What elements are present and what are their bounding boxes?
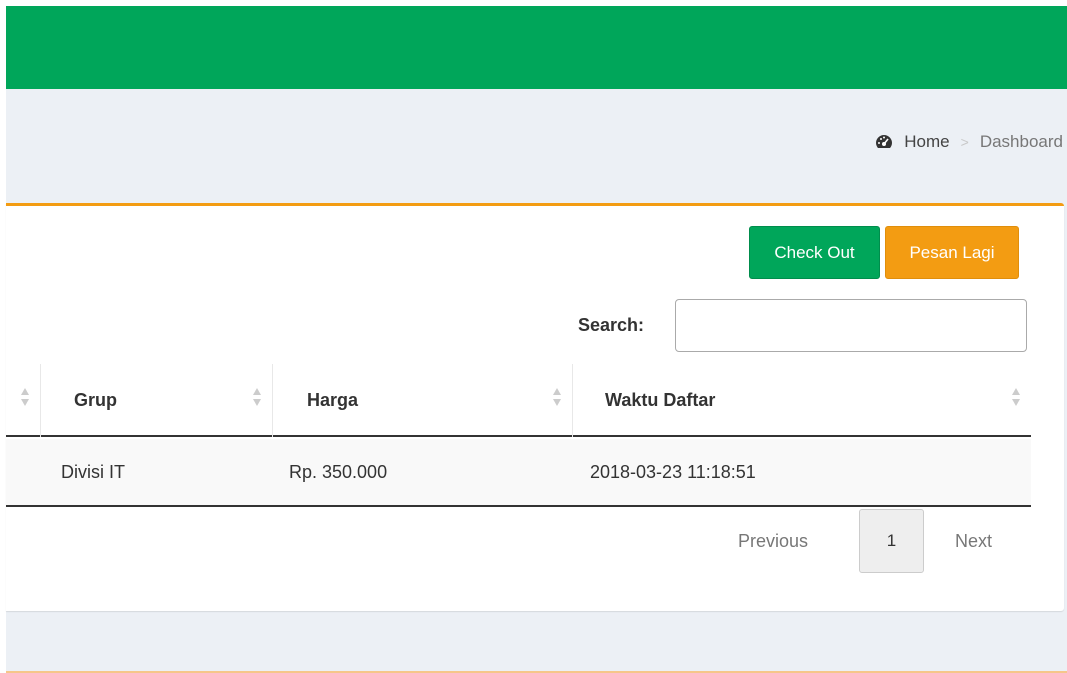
cell-waktu-daftar: 2018-03-23 11:18:51 (590, 461, 756, 482)
column-header-harga[interactable]: Harga (272, 364, 572, 437)
column-header-grup-label: Grup (74, 390, 117, 410)
breadcrumb: Home > Dashboard (874, 132, 1063, 152)
table-row: Divisi IT Rp. 350.000 2018-03-23 11:18:5… (6, 439, 1031, 507)
pesan-lagi-button[interactable]: Pesan Lagi (885, 226, 1019, 279)
cell-harga: Rp. 350.000 (289, 461, 388, 482)
search-input[interactable] (675, 299, 1027, 352)
top-navbar (6, 6, 1067, 89)
column-header-waktu-daftar[interactable]: Waktu Daftar (572, 364, 1031, 437)
check-out-button[interactable]: Check Out (749, 226, 880, 279)
search-label: Search: (578, 315, 645, 335)
column-header-harga-label: Harga (307, 390, 359, 410)
dashboard-icon (876, 135, 893, 148)
column-header-grup[interactable]: Grup (40, 364, 272, 437)
breadcrumb-home-link[interactable]: Home (904, 132, 949, 152)
breadcrumb-current: Dashboard (979, 132, 1063, 151)
pagination-next[interactable]: Next (955, 509, 992, 573)
sort-icon (1012, 388, 1020, 406)
table-header: Grup Harga Waktu Daftar (6, 364, 1031, 437)
cell-grup: Divisi IT (61, 461, 125, 482)
sort-icon (553, 388, 561, 406)
column-header-waktu-daftar-label: Waktu Daftar (605, 390, 716, 410)
table-header-hidden-col[interactable] (6, 364, 40, 437)
sort-icon (253, 388, 261, 406)
sort-icon (21, 388, 29, 406)
pagination-page[interactable]: 1 (859, 509, 924, 573)
breadcrumb-separator: > (960, 134, 969, 150)
pagination-previous[interactable]: Previous (738, 509, 808, 573)
content-wrapper: Home > Dashboard Check Out Pesan Lagi Se… (6, 89, 1067, 673)
